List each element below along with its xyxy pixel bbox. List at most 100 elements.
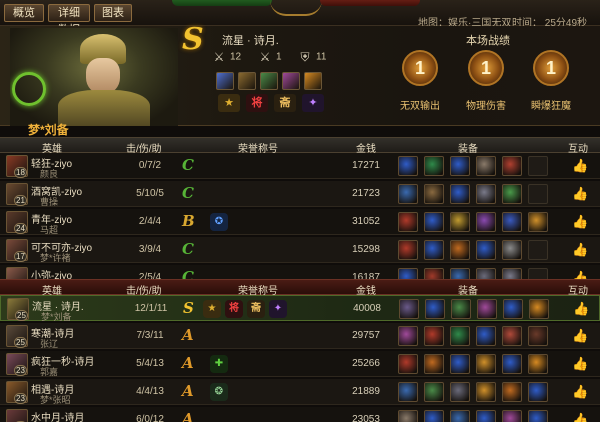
kda-value: 2/4/4 [138,216,162,227]
equipment-item-icon[interactable] [424,410,444,422]
equipment-item-icon[interactable] [528,212,548,232]
equipment-item-icon[interactable] [216,72,234,90]
equipment-item-icon[interactable] [399,299,419,319]
honor-badge-icon: ★ [218,94,240,112]
equipment-item-icon[interactable] [502,410,522,422]
table-row: 18 轻狂-ziyo 颜良 0/7/2 C 17271 👍 [0,153,600,179]
equipment-item-icon[interactable] [476,156,496,176]
equipment-item-icon[interactable] [451,299,471,319]
kills-value: 12 [230,51,242,63]
thumbs-up-icon[interactable]: 👍 [572,328,588,344]
equipment-item-icon[interactable] [398,184,418,204]
match-record-title: 本场战绩 [466,35,510,47]
equipment-item-icon[interactable] [528,410,548,422]
hero-level: 17 [14,251,27,262]
hero-name: 曹操 [40,197,59,207]
equipment-item-icon[interactable] [398,382,418,402]
equipment-item-icon[interactable] [425,299,445,319]
crossed-swords-icon: ⚔ [213,50,225,64]
equipment-item-icon[interactable] [238,72,256,90]
gold-value: 29757 [352,330,380,341]
empty-item-slot[interactable] [528,184,548,204]
equipment-item-icon[interactable] [528,326,548,346]
thumbs-up-icon[interactable]: 👍 [572,186,588,202]
equipment-item-icon[interactable] [450,240,470,260]
equipment-item-icon[interactable] [476,382,496,402]
equipment-item-icon[interactable] [424,156,444,176]
equipment-item-icon[interactable] [304,72,322,90]
thumbs-up-icon[interactable]: 👍 [572,412,588,422]
equipment-item-icon[interactable] [528,354,548,374]
thumbs-up-icon[interactable]: 👍 [572,158,588,174]
kda-value: 6/0/12 [136,414,164,422]
equipment-item-icon[interactable] [398,410,418,422]
gold-value: 21889 [352,386,380,397]
equipment-item-icon[interactable] [450,212,470,232]
equipment-item-icon[interactable] [502,184,522,204]
equipment-item-icon[interactable] [424,212,444,232]
medal-label: 无双输出 [400,101,440,112]
equipment-item-icon[interactable] [450,382,470,402]
deaths-stat: ⚔ 1 [258,50,282,64]
tab-detailed-data[interactable]: 详细数据 [48,4,90,36]
hero-level: 23 [14,365,27,376]
equipment-item-icon[interactable] [502,212,522,232]
equipment-item-icon[interactable] [502,156,522,176]
equipment-item-icon[interactable] [398,240,418,260]
hero-level: 21 [14,195,27,206]
equipment-item-icon[interactable] [398,326,418,346]
equipment-item-icon[interactable] [424,382,444,402]
player-grade: C [182,156,194,174]
equipment-item-icon[interactable] [450,156,470,176]
thumbs-up-icon[interactable]: 👍 [572,356,588,372]
equipment-item-icon[interactable] [424,240,444,260]
empty-item-slot[interactable] [528,156,548,176]
player-grade: A [182,410,194,422]
equipment-item-icon[interactable] [503,299,523,319]
equipment-item-icon[interactable] [450,184,470,204]
equipment-item-icon[interactable] [424,326,444,346]
equipment-item-icon[interactable] [477,299,497,319]
gold-value: 31052 [352,216,380,227]
equipment-item-icon[interactable] [502,240,522,260]
equipment-item-icon[interactable] [529,299,549,319]
honor-badge-icon: ★ [203,300,221,318]
thumbs-up-icon[interactable]: 👍 [573,301,589,317]
table-row: 24 青年-ziyo 马超 2/4/4 B ✪ 31052 👍 [0,209,600,235]
honor-badge-icon: ✦ [302,94,324,112]
equipment-item-icon[interactable] [476,326,496,346]
thumbs-up-icon[interactable]: 👍 [572,384,588,400]
equipment-item-icon[interactable] [450,354,470,374]
hero-name: 郭嘉 [40,367,59,377]
equipment-item-icon[interactable] [398,212,418,232]
equipment-item-icon[interactable] [450,326,470,346]
thumbs-up-icon[interactable]: 👍 [572,214,588,230]
equipment-item-icon[interactable] [260,72,278,90]
equipment-item-icon[interactable] [502,326,522,346]
equipment-item-icon[interactable] [398,156,418,176]
tab-charts[interactable]: 图表 [94,4,132,22]
equipment-item-icon[interactable] [476,410,496,422]
equipment-item-icon[interactable] [282,72,300,90]
honor-badge-icon: 斋 [247,300,265,318]
empty-item-slot[interactable] [528,240,548,260]
equipment-item-icon[interactable] [424,354,444,374]
equipment-item-icon[interactable] [424,184,444,204]
medal-label: 瞬爆狂魔 [531,101,571,112]
equipment-item-icon[interactable] [476,184,496,204]
thumbs-up-icon[interactable]: 👍 [572,242,588,258]
equipment-item-icon[interactable] [502,382,522,402]
hero-armor [58,90,150,126]
equipment-item-icon[interactable] [528,382,548,402]
top-bar: 概览 详细数据 图表 地图：娱乐·三国无双 时间： 25分49秒 [0,0,600,36]
equipment-item-icon[interactable] [476,212,496,232]
equipment-item-icon[interactable] [476,240,496,260]
equipment-item-icon[interactable] [398,354,418,374]
equipment-item-icon[interactable] [502,354,522,374]
shield-icon: ⛨ [300,50,310,64]
avatar[interactable] [6,409,28,422]
equipment-item-icon[interactable] [450,410,470,422]
equipment-item-icon[interactable] [476,354,496,374]
gold-value: 25266 [352,358,380,369]
tab-overview[interactable]: 概览 [4,4,44,22]
